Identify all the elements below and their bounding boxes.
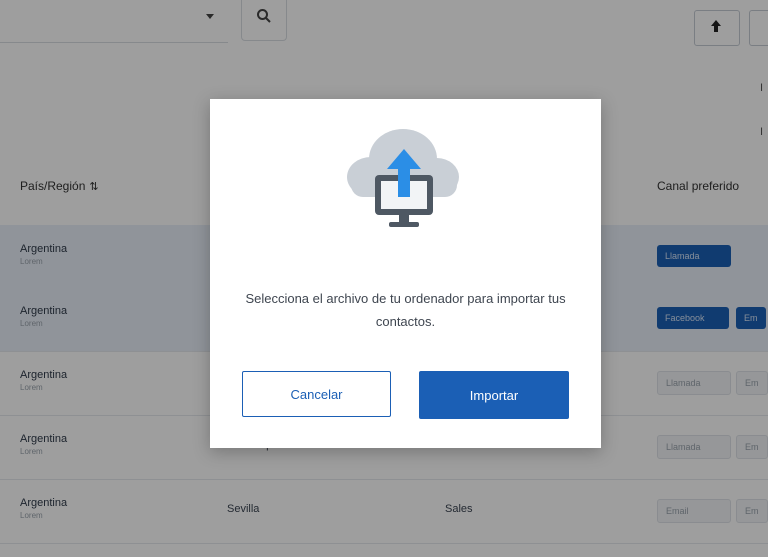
cloud-upload-computer-icon [347,129,459,227]
cancel-button[interactable]: Cancelar [242,371,391,417]
import-button[interactable]: Importar [419,371,569,419]
dialog-message: Selecciona el archivo de tu ordenador pa… [245,291,566,329]
import-contacts-dialog: Selecciona el archivo de tu ordenador pa… [210,99,601,448]
